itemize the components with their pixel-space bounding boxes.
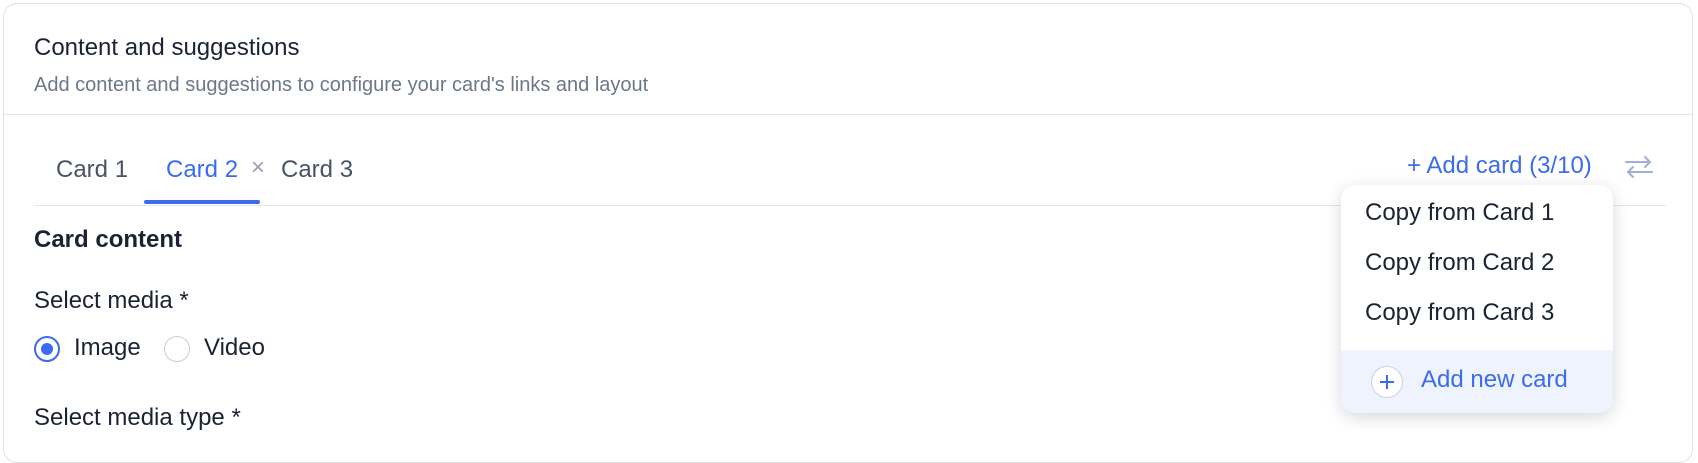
panel-header: Content and suggestions Add content and … [4,4,1692,115]
plus-icon [1371,366,1403,398]
menu-item-add-new-card[interactable]: Add new card [1341,350,1613,413]
tab-card-2[interactable]: Card 2 [166,156,238,184]
add-card-button[interactable]: + Add card (3/10) [1407,152,1592,180]
tab-card-3[interactable]: Card 3 [281,156,353,184]
section-title-card-content: Card content [34,226,183,253]
radio-video[interactable] [164,336,190,362]
radio-video-label[interactable]: Video [204,334,265,362]
radio-image-label[interactable]: Image [74,334,141,362]
menu-item-copy-card-3[interactable]: Copy from Card 3 [1365,299,1554,327]
tab-card-1[interactable]: Card 1 [56,156,128,184]
radio-image[interactable] [34,336,60,362]
active-tab-indicator [144,200,260,204]
add-card-dropdown-menu: Copy from Card 1 Copy from Card 2 Copy f… [1341,185,1613,413]
close-icon[interactable]: × [251,154,265,182]
panel-title: Content and suggestions [34,34,300,61]
menu-item-copy-card-2[interactable]: Copy from Card 2 [1365,249,1554,277]
menu-item-copy-card-1[interactable]: Copy from Card 1 [1365,199,1554,227]
panel-subtitle: Add content and suggestions to configure… [34,74,649,96]
swap-arrows-icon[interactable] [1622,152,1656,182]
add-new-card-label: Add new card [1421,366,1568,393]
select-media-label: Select media * [34,287,189,314]
